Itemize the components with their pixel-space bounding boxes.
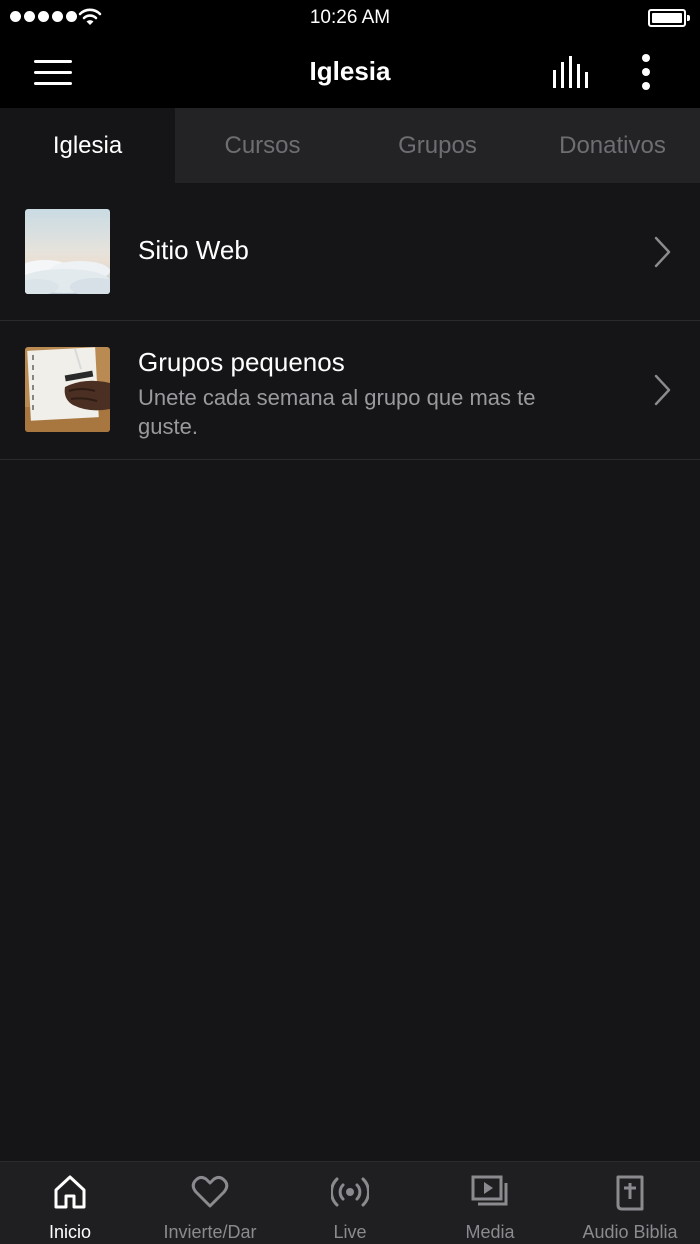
nav-bar: Iglesia xyxy=(0,36,700,108)
section-tabs: Iglesia Cursos Grupos Donativos xyxy=(0,108,700,183)
tabbar-label: Invierte/Dar xyxy=(163,1222,257,1242)
heart-icon xyxy=(191,1175,229,1208)
tabbar-label: Audio Biblia xyxy=(582,1222,678,1242)
bottom-tab-bar: Inicio Invierte/Dar Live Media Audio Bib… xyxy=(0,1161,700,1244)
tabbar-item-live[interactable]: Live xyxy=(280,1162,420,1244)
home-icon xyxy=(54,1175,86,1209)
list-item-grupos-pequenos[interactable]: Grupos pequenos Unete cada semana al gru… xyxy=(0,321,700,460)
tabbar-item-audio-biblia[interactable]: Audio Biblia xyxy=(560,1162,700,1244)
content-list: Sitio Web Grupos pequenos Unete cada sem… xyxy=(0,183,700,460)
tab-grupos[interactable]: Grupos xyxy=(350,108,525,183)
broadcast-icon xyxy=(331,1177,369,1207)
clouds-photo xyxy=(25,209,110,294)
status-time: 10:26 AM xyxy=(309,7,391,28)
equalizer-icon[interactable] xyxy=(552,56,592,88)
chevron-right-icon xyxy=(654,236,671,268)
list-item-sitio-web[interactable]: Sitio Web xyxy=(0,183,700,321)
tab-donativos[interactable]: Donativos xyxy=(525,108,700,183)
tab-cursos[interactable]: Cursos xyxy=(175,108,350,183)
notebook-writing-photo xyxy=(25,347,110,432)
chevron-right-icon xyxy=(654,374,671,406)
more-vertical-icon[interactable] xyxy=(636,52,658,92)
tabbar-item-inicio[interactable]: Inicio xyxy=(0,1162,140,1244)
tabbar-label: Live xyxy=(333,1222,367,1242)
battery-icon xyxy=(648,9,690,27)
page-title: Iglesia xyxy=(309,56,391,86)
bible-icon xyxy=(616,1175,644,1211)
tabbar-item-invierte-dar[interactable]: Invierte/Dar xyxy=(140,1162,280,1244)
list-item-title: Sitio Web xyxy=(138,235,249,265)
tabbar-label: Inicio xyxy=(48,1222,92,1242)
media-play-icon xyxy=(471,1175,508,1206)
tab-iglesia[interactable]: Iglesia xyxy=(0,108,175,183)
list-item-title: Grupos pequenos xyxy=(138,347,345,377)
list-item-subtitle: Unete cada semana al grupo que mas te gu… xyxy=(138,385,536,439)
status-bar: 10:26 AM xyxy=(0,0,700,36)
tabbar-label: Media xyxy=(465,1222,515,1242)
tabbar-item-media[interactable]: Media xyxy=(420,1162,560,1244)
